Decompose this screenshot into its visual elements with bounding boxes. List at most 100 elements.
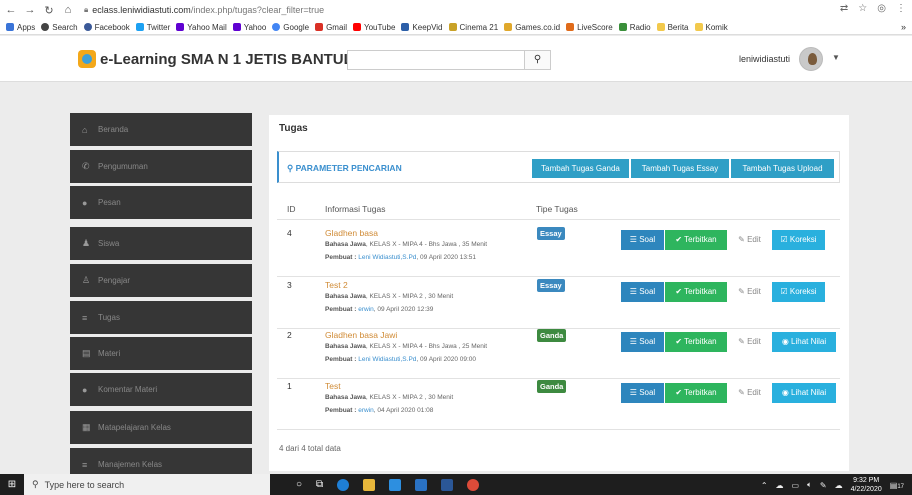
soal-label: Soal [639, 287, 656, 296]
bookmark-13[interactable]: Radio [618, 23, 651, 32]
bookmark-label: Games.co.id [515, 22, 561, 32]
chevron-up-icon[interactable]: ⌃ [761, 481, 768, 490]
extension-icon[interactable]: ◎ [877, 3, 886, 14]
bookmark-3[interactable]: Twitter [135, 23, 170, 32]
terbitkan-button[interactable]: ✔ Terbitkan [665, 282, 727, 302]
soal-button[interactable]: ☰ Soal [621, 383, 664, 403]
menu-icon[interactable]: ⋮ [896, 3, 906, 14]
store-icon[interactable] [389, 478, 402, 491]
translate-icon[interactable]: ⇄ [840, 3, 848, 14]
edge-icon[interactable] [337, 478, 350, 491]
bookmark-15[interactable]: Komik [694, 23, 728, 32]
edit-button[interactable]: ✎ Edit [728, 383, 771, 403]
bookmark-8[interactable]: YouTube [352, 23, 395, 32]
add-upload-button[interactable]: Tambah Tugas Upload [731, 159, 834, 178]
cloud-icon[interactable]: ☁ [776, 481, 784, 490]
sidebar-item-7[interactable]: ● Komentar Materi [70, 373, 252, 406]
star-icon[interactable]: ☆ [858, 3, 867, 14]
sidebar-item-6[interactable]: ▤ Materi [70, 337, 252, 370]
home-icon[interactable]: ⌂ [60, 4, 76, 16]
maker-link[interactable]: Leni Widiastuti,S.Pd [358, 254, 416, 261]
school-logo[interactable] [78, 50, 96, 68]
terbitkan-button[interactable]: ✔ Terbitkan [665, 230, 727, 250]
sidebar-item-4[interactable]: ♙ Pengajar [70, 264, 252, 297]
volume-icon[interactable]: 🔈︎ [807, 480, 812, 490]
cortana-icon[interactable]: ○ [296, 479, 302, 490]
home-icon: ⌂ [82, 124, 88, 135]
avatar[interactable] [799, 47, 823, 71]
maker-link[interactable]: Leni Widiastuti,S.Pd [358, 356, 416, 363]
koreksi-button[interactable]: ☑ Koreksi [772, 230, 825, 250]
header-divider [277, 219, 840, 220]
terbitkan-button[interactable]: ✔ Terbitkan [665, 383, 727, 403]
bookmark-2[interactable]: Facebook [83, 23, 130, 32]
edit-button[interactable]: ✎ Edit [728, 230, 771, 250]
search-button[interactable]: ⚲ [525, 50, 551, 70]
sidebar-item-0[interactable]: ⌂ Beranda [70, 113, 252, 146]
add-ganda-button[interactable]: Tambah Tugas Ganda [532, 159, 629, 178]
bookmark-7[interactable]: Gmail [315, 23, 347, 32]
windows-start-icon[interactable]: ⊞ [0, 479, 24, 490]
task-title[interactable]: Gladhen basa Jawi [325, 330, 397, 340]
bookmark-10[interactable]: Cinema 21 [448, 23, 498, 32]
task-title[interactable]: Gladhen basa [325, 228, 378, 238]
edit-button[interactable]: ✎ Edit [728, 282, 771, 302]
onedrive-icon[interactable]: ☁ [835, 481, 843, 490]
bookmark-favicon-icon [315, 23, 324, 31]
forward-arrow-icon[interactable]: → [22, 4, 38, 16]
sidebar-item-1[interactable]: ✆ Pengumuman [70, 150, 252, 183]
soal-button[interactable]: ☰ Soal [621, 282, 664, 302]
edit-button[interactable]: ✎ Edit [728, 332, 771, 352]
task-title[interactable]: Test 2 [325, 280, 348, 290]
bookmark-6[interactable]: Google [272, 23, 309, 32]
notification-icon[interactable]: ▤17 [890, 481, 904, 490]
task-type-badge: Ganda [537, 380, 567, 393]
file-explorer-icon[interactable] [363, 478, 376, 491]
koreksi-button[interactable]: ☑ Koreksi [772, 282, 825, 302]
soal-button[interactable]: ☰ Soal [621, 230, 664, 250]
maker-link[interactable]: erwin [358, 407, 374, 414]
sidebar-item-2[interactable]: ● Pesan [70, 186, 252, 219]
soal-button[interactable]: ☰ Soal [621, 332, 664, 352]
sidebar-item-label: Manajemen Kelas [98, 460, 163, 469]
chrome-icon[interactable] [467, 478, 480, 491]
sidebar-item-3[interactable]: ♟ Siswa [70, 227, 252, 260]
terbitkan-label: Terbitkan [684, 235, 717, 244]
maker-link[interactable]: erwin [358, 306, 374, 313]
chevron-down-icon[interactable]: ▼ [832, 53, 840, 62]
site-brand[interactable]: e-Learning SMA N 1 JETIS BANTUL [100, 51, 353, 68]
pen-icon[interactable]: ✎ [820, 481, 827, 490]
task-view-icon[interactable]: ⧉ [316, 479, 323, 490]
mail-icon[interactable] [415, 478, 428, 491]
filter-toggle[interactable]: ⚲ PARAMETER PENCARIAN [287, 163, 402, 174]
bookmark-9[interactable]: KeepVid [401, 23, 443, 32]
sidebar-item-5[interactable]: ≡ Tugas [70, 301, 252, 334]
task-title[interactable]: Test [325, 381, 341, 391]
back-arrow-icon[interactable]: ← [3, 4, 19, 16]
add-essay-button[interactable]: Tambah Tugas Essay [631, 159, 729, 178]
bookmark-4[interactable]: Yahoo Mail [176, 23, 227, 32]
taskbar-search[interactable]: ⚲ Type here to search [24, 474, 270, 495]
row-divider [277, 429, 840, 430]
battery-icon[interactable]: ▭ [792, 481, 800, 490]
terbitkan-button[interactable]: ✔ Terbitkan [665, 332, 727, 352]
sidebar-item-8[interactable]: ▦ Matapelajaran Kelas [70, 411, 252, 444]
site-header: e-Learning SMA N 1 JETIS BANTUL ⚲ leniwi… [0, 36, 912, 82]
bookmarks-overflow-icon[interactable]: » [901, 22, 906, 32]
bookmark-12[interactable]: LiveScore [566, 23, 613, 32]
bookmark-1[interactable]: Search [41, 23, 78, 32]
search-input[interactable] [347, 50, 525, 70]
reload-icon[interactable]: ↻ [41, 4, 57, 17]
lihat-nilai-button[interactable]: ◉ Lihat Nilai [772, 332, 836, 352]
address-bar[interactable]: 🔒︎ eclass.leniwidiastuti.com/index.php/t… [84, 5, 324, 15]
clock[interactable]: 9:32 PM 4/22/2020 [851, 476, 882, 494]
bookmark-5[interactable]: Yahoo [232, 23, 266, 32]
bookmark-14[interactable]: Berita [656, 23, 689, 32]
bookmark-0[interactable]: Apps [6, 23, 35, 32]
word-icon[interactable] [441, 478, 454, 491]
check-square-icon: ☑ [780, 287, 788, 296]
lihat-nilai-button[interactable]: ◉ Lihat Nilai [772, 383, 836, 403]
username[interactable]: leniwidiastuti [739, 54, 790, 64]
edit-label: Edit [747, 388, 761, 397]
bookmark-11[interactable]: Games.co.id [504, 23, 560, 32]
